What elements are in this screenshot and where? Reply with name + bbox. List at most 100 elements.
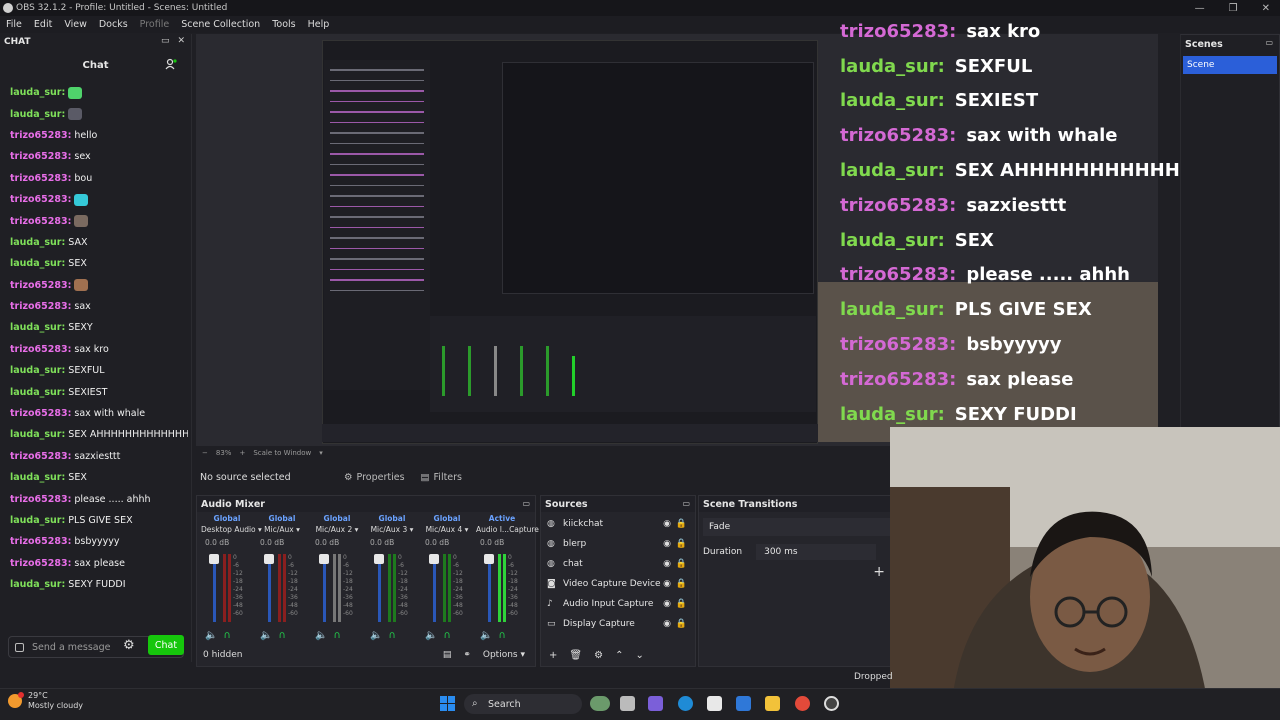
headphones-icon[interactable]: ∩ [498, 630, 505, 641]
mixer-link-icon[interactable]: ⚭ [463, 650, 471, 660]
speaker-icon[interactable]: 🔈 [205, 630, 217, 641]
source-item[interactable]: ▭ Display Capture ◉ 🔒 [541, 614, 695, 634]
chat-username[interactable]: lauda_sur: [10, 87, 65, 98]
scene-item[interactable]: Scene [1183, 56, 1277, 74]
move-up-icon[interactable]: ⌃ [615, 650, 623, 661]
source-settings-icon[interactable]: ⚙ [594, 650, 603, 661]
menu-file[interactable]: File [0, 19, 28, 30]
chat-username[interactable]: lauda_sur: [10, 472, 65, 483]
channel-name[interactable]: Mic/Aux 2 ▾ [311, 525, 363, 534]
channel-name[interactable]: Desktop Audio ▾ [201, 525, 262, 534]
input-emote-icon[interactable] [15, 642, 24, 652]
source-item[interactable]: ◙ Video Capture Device ◉ 🔒 [541, 574, 695, 594]
start-icon[interactable] [440, 696, 455, 711]
audio-mixer-float-icon[interactable]: ▭ [522, 499, 530, 508]
fader-handle[interactable] [374, 554, 384, 564]
visibility-eye-icon[interactable]: ◉ [663, 579, 671, 589]
lock-icon[interactable]: 🔒 [676, 539, 687, 549]
chat-username[interactable]: trizo65283: [10, 408, 71, 419]
user-settings-icon[interactable] [165, 58, 177, 70]
chat-username[interactable]: trizo65283: [10, 173, 71, 184]
obs-taskbar-icon[interactable] [824, 696, 839, 711]
visibility-eye-icon[interactable]: ◉ [663, 559, 671, 569]
add-transition-icon[interactable]: + [873, 564, 885, 580]
chat-username[interactable]: trizo65283: [10, 194, 71, 205]
remove-source-icon[interactable]: 🗑 [569, 650, 582, 661]
speaker-icon[interactable]: 🔈 [315, 630, 327, 641]
channel-name[interactable]: Mic/Aux ▾ [256, 525, 308, 534]
headphones-icon[interactable]: ∩ [223, 630, 230, 641]
volume-fader[interactable] [433, 554, 436, 622]
visibility-eye-icon[interactable]: ◉ [663, 519, 671, 529]
menu-tools[interactable]: Tools [266, 19, 301, 30]
chat-username[interactable]: lauda_sur: [10, 258, 65, 269]
task-view-icon[interactable] [620, 696, 635, 711]
filters-button[interactable]: ▤ Filters [413, 469, 470, 486]
properties-button[interactable]: ⚙ Properties [336, 469, 413, 486]
add-source-icon[interactable]: + [549, 650, 557, 661]
volume-fader[interactable] [323, 554, 326, 622]
teams-icon[interactable] [648, 696, 663, 711]
headphones-icon[interactable]: ∩ [388, 630, 395, 641]
visibility-eye-icon[interactable]: ◉ [663, 599, 671, 609]
scale-select[interactable]: Scale to Window [253, 449, 311, 457]
store-icon[interactable] [707, 696, 722, 711]
visibility-eye-icon[interactable]: ◉ [663, 619, 671, 629]
widgets-icon[interactable] [590, 696, 610, 711]
chat-username[interactable]: trizo65283: [10, 301, 71, 312]
fader-handle[interactable] [429, 554, 439, 564]
headphones-icon[interactable]: ∩ [278, 630, 285, 641]
options-button[interactable]: Options ▾ [483, 650, 525, 660]
speaker-icon[interactable]: 🔈 [370, 630, 382, 641]
dock-close-icon[interactable]: ✕ [177, 36, 185, 46]
minimize-button[interactable]: — [1195, 3, 1205, 14]
chat-username[interactable]: lauda_sur: [10, 515, 65, 526]
chat-username[interactable]: lauda_sur: [10, 365, 65, 376]
menu-profile[interactable]: Profile [134, 19, 176, 30]
chat-username[interactable]: lauda_sur: [10, 387, 65, 398]
source-item[interactable]: ◍ chat ◉ 🔒 [541, 554, 695, 574]
chat-username[interactable]: trizo65283: [10, 558, 71, 569]
zoom-in-icon[interactable]: + [239, 449, 245, 457]
chat-username[interactable]: lauda_sur: [10, 237, 65, 248]
maximize-button[interactable]: ❐ [1229, 3, 1238, 14]
chevron-down-icon[interactable]: ▾ [319, 449, 323, 457]
chat-username[interactable]: trizo65283: [10, 130, 71, 141]
volume-fader[interactable] [268, 554, 271, 622]
chat-username[interactable]: lauda_sur: [10, 429, 65, 440]
volume-fader[interactable] [378, 554, 381, 622]
duration-input[interactable]: 300 ms [756, 544, 877, 560]
channel-name[interactable]: Audio I...Capture ▾ [476, 525, 545, 534]
fader-handle[interactable] [209, 554, 219, 564]
outlook-icon[interactable] [736, 696, 751, 711]
chat-username[interactable]: trizo65283: [10, 344, 71, 355]
chrome-icon[interactable] [795, 696, 810, 711]
source-item[interactable]: ◍ blerp ◉ 🔒 [541, 534, 695, 554]
taskbar-search[interactable]: ⌕ Search [464, 694, 582, 714]
chat-settings-gear-icon[interactable]: ⚙ [123, 638, 137, 653]
source-item[interactable]: ◍ kiickchat ◉ 🔒 [541, 514, 695, 534]
chat-username[interactable]: trizo65283: [10, 151, 71, 162]
close-button[interactable]: ✕ [1262, 3, 1270, 14]
chat-username[interactable]: trizo65283: [10, 451, 71, 462]
menu-scene-collection[interactable]: Scene Collection [175, 19, 266, 30]
move-down-icon[interactable]: ⌄ [635, 650, 643, 661]
dock-float-icon[interactable]: ▭ [161, 36, 170, 46]
transition-select[interactable]: Fade [703, 518, 893, 536]
chat-username[interactable]: trizo65283: [10, 536, 71, 547]
file-explorer-icon[interactable] [765, 696, 780, 711]
speaker-icon[interactable]: 🔈 [425, 630, 437, 641]
chat-username[interactable]: lauda_sur: [10, 322, 65, 333]
volume-fader[interactable] [213, 554, 216, 622]
speaker-icon[interactable]: 🔈 [260, 630, 272, 641]
menu-docks[interactable]: Docks [93, 19, 134, 30]
chat-username[interactable]: trizo65283: [10, 280, 71, 291]
chat-send-button[interactable]: Chat [148, 635, 184, 655]
lock-icon[interactable]: 🔒 [676, 599, 687, 609]
chat-username[interactable]: lauda_sur: [10, 579, 65, 590]
mixer-layout-icon[interactable]: ▤ [443, 650, 452, 660]
visibility-eye-icon[interactable]: ◉ [663, 539, 671, 549]
chat-username[interactable]: lauda_sur: [10, 109, 65, 120]
chat-username[interactable]: trizo65283: [10, 216, 71, 227]
headphones-icon[interactable]: ∩ [443, 630, 450, 641]
